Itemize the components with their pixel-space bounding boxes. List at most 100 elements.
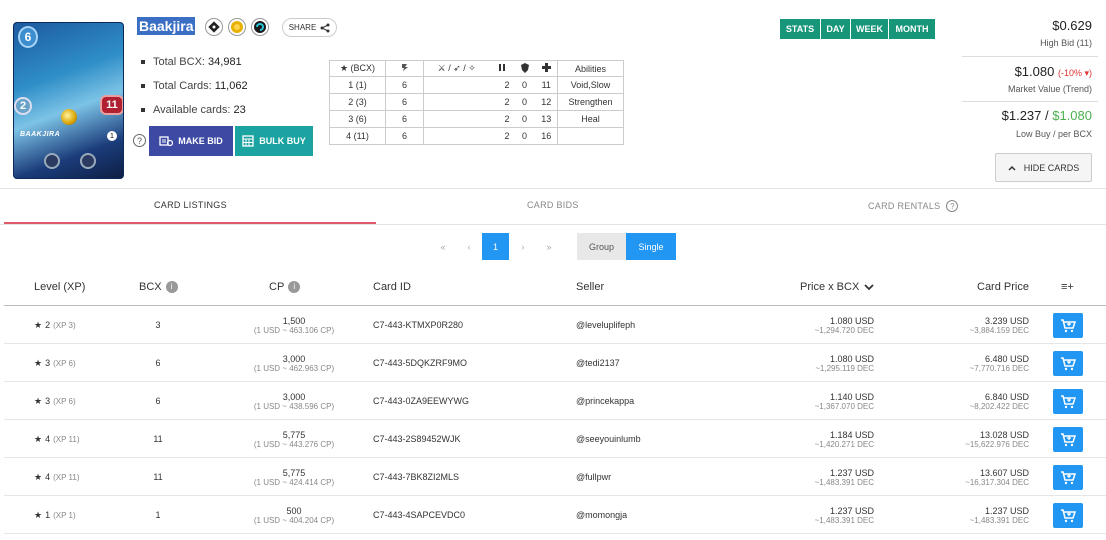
table-row[interactable]: ★ 4 (XP 11) 11 5,775 (1 USD ~ 443.276 CP) C… bbox=[4, 420, 1106, 458]
col-level-xp[interactable]: Level (XP) bbox=[34, 268, 85, 305]
low-buy-label: Low Buy / per BCX bbox=[1015, 129, 1092, 139]
bulk-buy-button[interactable]: BULK BUY bbox=[235, 126, 313, 156]
star-icon: ★ bbox=[34, 509, 43, 520]
column-menu-icon[interactable]: ≡+ bbox=[1061, 268, 1074, 305]
col-price-bcx[interactable]: Price x BCX bbox=[800, 268, 874, 305]
level-row: 3 (6) 6 2 0 13 Heal bbox=[329, 110, 624, 128]
share-icon bbox=[320, 23, 330, 32]
cart-plus-icon bbox=[1061, 394, 1076, 408]
speed-badge: 2 bbox=[14, 97, 32, 115]
total-bcx: Total BCX: 34,981 bbox=[141, 55, 248, 79]
table-row[interactable]: ★ 2 (XP 3) 3 1,500 (1 USD ~ 463.106 CP) C7-… bbox=[4, 306, 1106, 344]
month-button[interactable]: MONTH bbox=[889, 19, 935, 39]
col-cp[interactable]: CP i bbox=[269, 268, 301, 305]
calculator-icon bbox=[242, 135, 254, 147]
cart-plus-icon bbox=[1061, 470, 1076, 484]
col-level: ★ (BCX) bbox=[329, 60, 386, 77]
table-row[interactable]: ★ 3 (XP 6) 6 3,000 (1 USD ~ 462.963 CP) C7-… bbox=[4, 344, 1106, 382]
card-art-level: 1 bbox=[107, 131, 117, 141]
group-toggle[interactable]: Group bbox=[577, 233, 626, 260]
make-bid-button[interactable]: MAKE BID bbox=[149, 126, 233, 156]
share-label: SHARE bbox=[288, 23, 317, 32]
buy-cart-button[interactable] bbox=[1053, 465, 1083, 490]
prev-page-button[interactable]: ‹ bbox=[458, 233, 480, 260]
shield-icon bbox=[513, 60, 536, 77]
col-bcx[interactable]: BCX i bbox=[139, 268, 178, 305]
tab-card-listings[interactable]: CARD LISTINGS bbox=[154, 200, 227, 210]
market-value: $1.080 (-10% ▾) bbox=[1014, 64, 1092, 79]
star-icon: ★ bbox=[34, 471, 43, 482]
tab-card-bids[interactable]: CARD BIDS bbox=[527, 200, 579, 210]
star-icon: ★ bbox=[34, 433, 43, 444]
col-abilities: Abilities bbox=[557, 60, 624, 77]
market-value-label: Market Value (Trend) bbox=[1007, 84, 1092, 94]
table-row[interactable]: ★ 1 (XP 1) 1 500 (1 USD ~ 404.204 CP) C7-44… bbox=[4, 496, 1106, 534]
star-icon: ★ bbox=[34, 357, 43, 368]
armor-icon bbox=[489, 60, 514, 77]
high-bid-label: High Bid (11) bbox=[1040, 38, 1092, 48]
level-stats-table: ★ (BCX) ⚔ / ➶ / ✧ Abilities 1 (1) 6 2 0 … bbox=[329, 60, 624, 145]
next-page-button[interactable]: › bbox=[512, 233, 534, 260]
chevron-up-icon bbox=[1008, 165, 1016, 171]
high-bid-value: $0.629 bbox=[1052, 18, 1092, 33]
attack-types-icon: ⚔ / ➶ / ✧ bbox=[423, 60, 490, 77]
single-toggle[interactable]: Single bbox=[626, 233, 676, 260]
help-icon[interactable]: ? bbox=[133, 134, 146, 147]
col-seller[interactable]: Seller bbox=[576, 268, 604, 305]
table-row[interactable]: ★ 4 (XP 11) 11 5,775 (1 USD ~ 424.414 CP) C… bbox=[4, 458, 1106, 496]
last-page-button[interactable]: » bbox=[538, 233, 560, 260]
info-icon: i bbox=[288, 280, 301, 293]
cart-plus-icon bbox=[1061, 508, 1076, 522]
divider bbox=[0, 224, 1106, 225]
share-button[interactable]: SHARE bbox=[282, 18, 337, 37]
edition-icon bbox=[205, 18, 223, 36]
hide-cards-button[interactable]: HIDE CARDS bbox=[995, 153, 1092, 182]
table-row[interactable]: ★ 3 (XP 6) 6 3,000 (1 USD ~ 438.596 CP) C7-… bbox=[4, 382, 1106, 420]
low-buy: $1.237 / $1.080 bbox=[1001, 108, 1092, 123]
total-cards: Total Cards: 11,062 bbox=[141, 79, 248, 103]
buy-cart-button[interactable] bbox=[1053, 389, 1083, 414]
help-icon: ? bbox=[946, 200, 959, 212]
mana-badge: 6 bbox=[18, 26, 38, 48]
card-orb-icon bbox=[61, 109, 77, 125]
day-button[interactable]: DAY bbox=[821, 19, 850, 39]
ability-slow-icon bbox=[80, 153, 96, 169]
trend-badge: (-10% ▾) bbox=[1057, 68, 1092, 78]
col-card-price[interactable]: Card Price bbox=[977, 268, 1029, 305]
card-art-name: BAAKJIRA bbox=[20, 131, 61, 138]
info-icon: i bbox=[165, 280, 178, 293]
buy-cart-button[interactable] bbox=[1053, 351, 1083, 376]
page-1-button[interactable]: 1 bbox=[482, 233, 509, 260]
health-icon bbox=[535, 60, 558, 77]
card-summary: Total BCX: 34,981 Total Cards: 11,062 Av… bbox=[141, 55, 248, 127]
card-title: Baakjira bbox=[137, 17, 196, 35]
chevron-down-icon bbox=[864, 283, 874, 290]
card-image[interactable]: 6 2 11 BAAKJIRA 1 bbox=[13, 22, 124, 179]
tab-card-rentals[interactable]: CARD RENTALS ? bbox=[868, 200, 959, 212]
first-page-button[interactable]: « bbox=[432, 233, 454, 260]
buy-cart-button[interactable] bbox=[1053, 313, 1083, 338]
cart-plus-icon bbox=[1061, 432, 1076, 446]
level-row: 4 (11) 6 2 0 16 bbox=[329, 127, 624, 145]
cart-plus-icon bbox=[1061, 318, 1076, 332]
speed-icon bbox=[385, 60, 424, 77]
level-row: 1 (1) 6 2 0 11 Void,Slow bbox=[329, 76, 624, 94]
buy-cart-button[interactable] bbox=[1053, 503, 1083, 528]
rarity-icon bbox=[228, 18, 246, 36]
ability-void-icon bbox=[44, 153, 60, 169]
cart-plus-icon bbox=[1061, 356, 1076, 370]
element-water-icon bbox=[251, 18, 269, 36]
bid-icon bbox=[159, 136, 174, 147]
stats-button[interactable]: STATS bbox=[780, 19, 820, 39]
level-row: 2 (3) 6 2 0 12 Strengthen bbox=[329, 93, 624, 111]
health-badge: 11 bbox=[100, 95, 123, 115]
divider bbox=[962, 101, 1098, 102]
divider bbox=[962, 56, 1098, 57]
buy-cart-button[interactable] bbox=[1053, 427, 1083, 452]
week-button[interactable]: WEEK bbox=[851, 19, 888, 39]
col-card-id[interactable]: Card ID bbox=[373, 268, 411, 305]
divider bbox=[0, 188, 1106, 189]
star-icon: ★ bbox=[34, 395, 43, 406]
star-icon: ★ bbox=[34, 319, 43, 330]
available-cards: Available cards: 23 bbox=[141, 103, 248, 127]
